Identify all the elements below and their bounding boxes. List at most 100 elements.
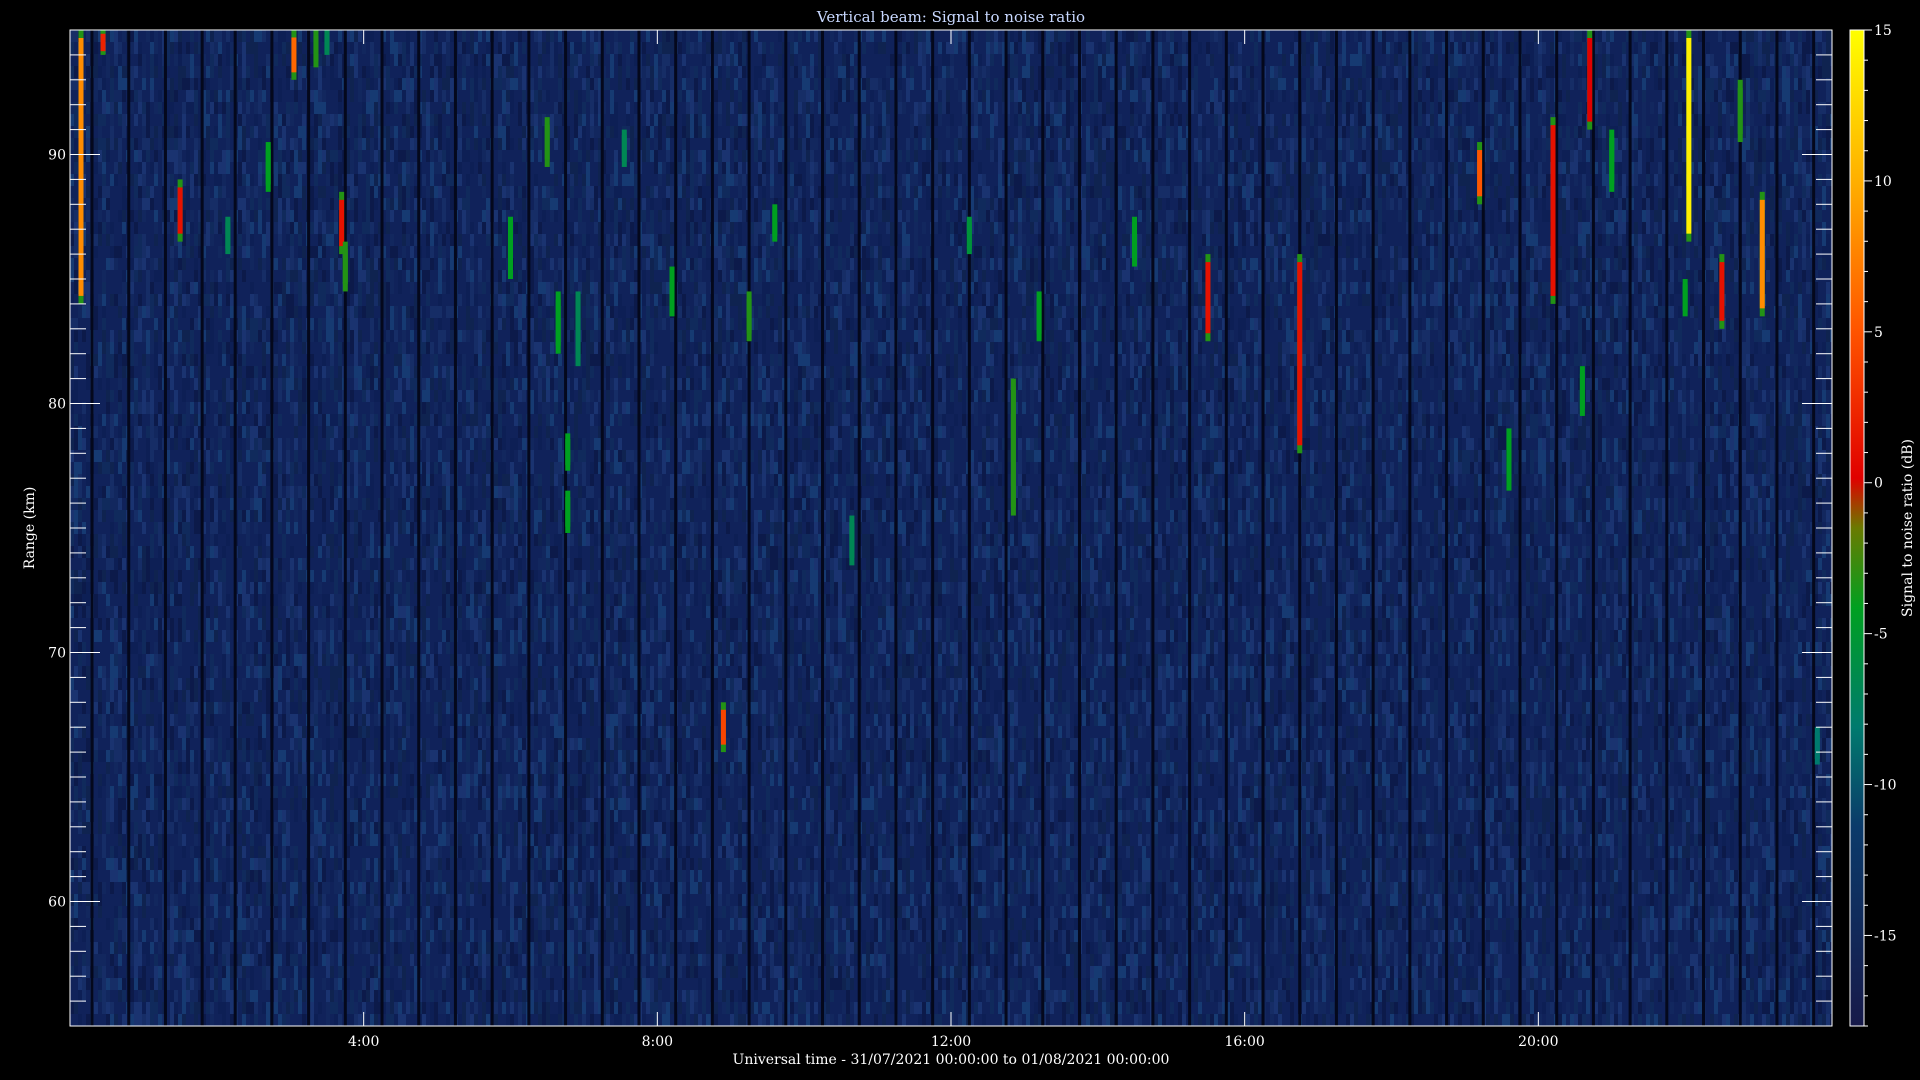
noise-cell [482,378,486,390]
noise-cell [498,282,502,294]
noise-cell [426,234,430,246]
noise-cell [442,582,446,594]
noise-cell [290,270,294,282]
noise-cell [410,1002,414,1014]
noise-cell [242,942,246,954]
noise-cell [286,810,290,822]
noise-cell [318,90,322,102]
noise-cell [474,786,478,798]
noise-cell [474,294,478,306]
noise-cell [482,558,486,570]
noise-cell [310,990,314,1002]
noise-cell [174,438,178,450]
noise-cell [206,342,210,354]
noise-cell [370,882,374,894]
noise-cell [158,414,162,426]
noise-cell [74,486,78,498]
noise-cell [94,498,98,510]
noise-cell [74,786,78,798]
noise-cell [310,774,314,786]
noise-cell [494,654,498,666]
noise-cell [458,798,462,810]
noise-cell [314,402,318,414]
noise-cell [314,834,318,846]
noise-cell [458,78,462,90]
noise-cell [298,414,302,426]
noise-cell [274,258,278,270]
noise-cell [302,510,306,534]
noise-cell [98,954,102,966]
noise-cell [462,54,466,66]
noise-cell [282,330,286,342]
noise-cell [278,978,282,1002]
noise-cell [294,522,298,534]
noise-cell [402,426,406,438]
noise-cell [458,810,462,822]
noise-cell [258,222,262,234]
noise-cell [494,930,498,942]
noise-cell [294,306,298,318]
noise-cell [402,606,406,618]
noise-cell [394,822,398,834]
noise-cell [298,606,302,618]
noise-cell [274,222,278,234]
noise-cell [74,930,78,942]
noise-cell [278,486,282,498]
noise-cell [426,534,430,546]
noise-cell [150,390,154,402]
noise-cell [302,342,306,354]
noise-cell [134,426,138,450]
noise-cell [326,702,330,714]
noise-cell [230,150,234,162]
noise-cell [98,498,102,522]
noise-cell [266,270,270,282]
noise-cell [210,270,214,282]
noise-cell [226,318,230,330]
noise-cell [118,822,122,834]
noise-cell [442,990,446,1002]
noise-cell [406,150,410,162]
noise-cell [178,138,182,162]
noise-cell [498,438,502,450]
noise-cell [218,798,222,810]
noise-cell [458,606,462,618]
noise-cell [194,450,198,462]
noise-cell [78,666,82,678]
noise-cell [302,618,306,630]
noise-cell [286,690,290,702]
noise-cell [466,714,470,726]
noise-cell [250,126,254,138]
noise-cell [246,1002,250,1014]
noise-cell [422,174,426,186]
noise-cell [86,402,90,426]
noise-cell [190,846,194,858]
noise-cell [238,990,242,1002]
noise-cell [102,426,106,438]
noise-cell [118,870,122,882]
noise-cell [258,546,262,558]
noise-cell [502,690,506,714]
noise-cell [290,102,294,126]
noise-cell [498,498,502,510]
noise-cell [510,186,514,210]
noise-cell [70,174,74,186]
noise-cell [214,822,218,834]
noise-cell [254,366,258,378]
noise-cell [366,990,370,1002]
noise-cell [358,378,362,390]
noise-cell [150,774,154,798]
noise-cell [78,534,82,546]
noise-cell [438,990,442,1014]
noise-cell [122,1014,126,1026]
noise-cell [338,642,342,654]
noise-cell [302,186,306,210]
noise-cell [462,966,466,978]
noise-cell [366,462,370,486]
noise-cell [110,390,114,402]
noise-cell [354,342,358,366]
noise-cell [366,294,370,318]
noise-cell [450,966,454,978]
noise-cell [390,822,394,834]
noise-cell [386,894,390,906]
noise-cell [510,90,514,114]
